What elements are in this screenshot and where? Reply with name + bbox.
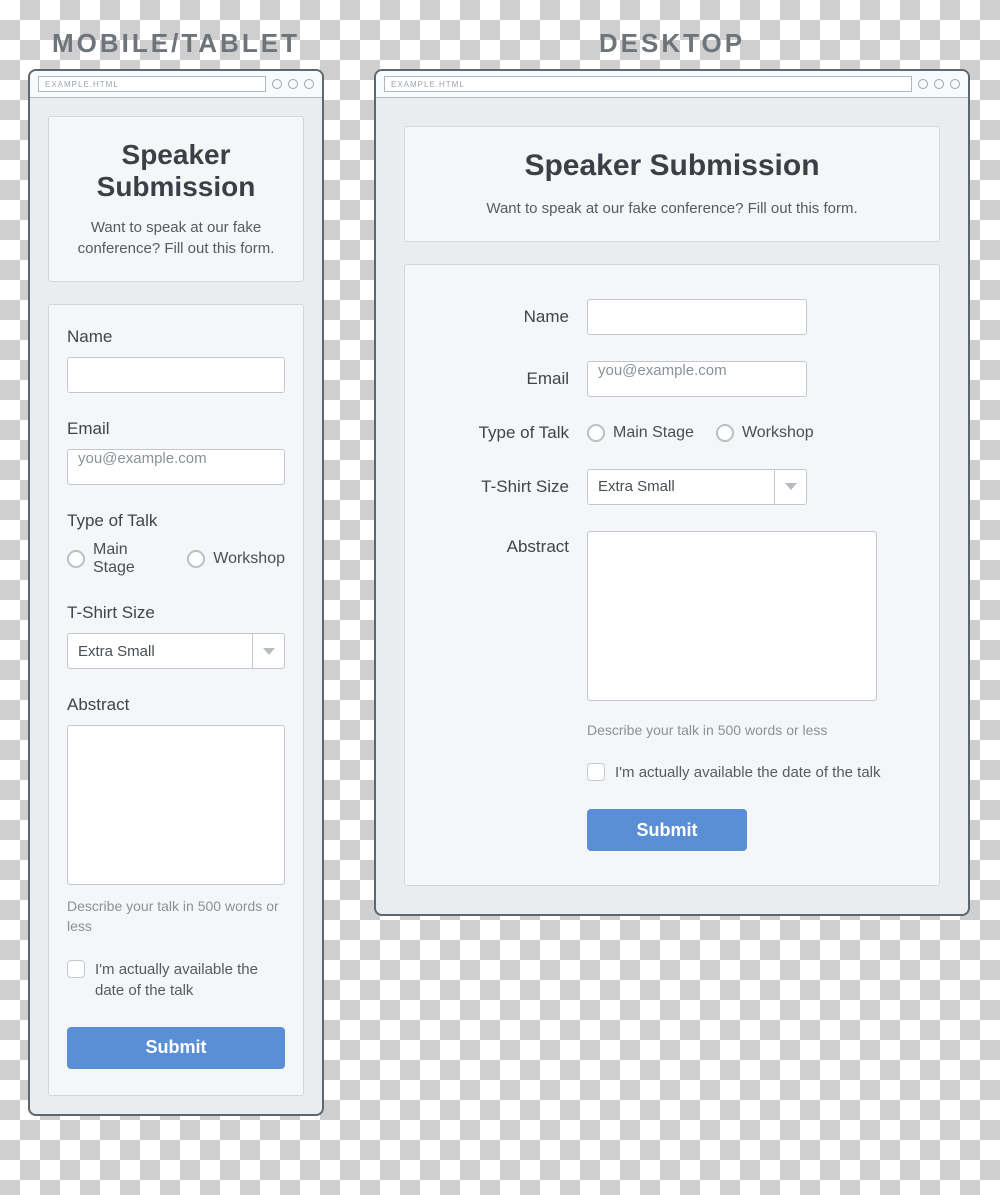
radio-icon <box>716 424 734 442</box>
radio-main-stage[interactable]: Main Stage <box>587 424 694 442</box>
abstract-row: Abstract <box>67 695 285 885</box>
radio-icon <box>67 550 85 568</box>
radio-main-stage-label: Main Stage <box>613 424 694 442</box>
abstract-row: Abstract <box>449 531 895 701</box>
select-dropdown-button[interactable] <box>774 470 806 504</box>
talk-type-label: Type of Talk <box>449 423 569 443</box>
submit-button[interactable]: Submit <box>67 1027 285 1069</box>
abstract-textarea[interactable] <box>587 531 877 701</box>
mobile-viewport: Speaker Submission Want to speak at our … <box>30 98 322 1114</box>
tshirt-select[interactable]: Extra Small <box>67 633 285 669</box>
radio-workshop-label: Workshop <box>213 550 285 568</box>
checkbox-icon <box>67 960 85 978</box>
form-card: Name Email you@example.com Type of Talk … <box>48 304 304 1095</box>
availability-label: I'm actually available the date of the t… <box>95 959 285 1001</box>
name-label: Name <box>449 307 569 327</box>
talk-type-radio-group: Main Stage Workshop <box>67 541 285 577</box>
radio-workshop-label: Workshop <box>742 424 814 442</box>
form-card: Name Email you@example.com Type of Talk … <box>404 264 940 887</box>
window-controls <box>918 79 960 89</box>
chevron-down-icon <box>263 648 275 655</box>
name-input[interactable] <box>67 357 285 393</box>
talk-type-label: Type of Talk <box>67 511 285 531</box>
tshirt-selected-value: Extra Small <box>588 470 774 504</box>
address-bar[interactable]: EXAMPLE.HTML <box>38 76 266 92</box>
browser-toolbar: EXAMPLE.HTML <box>30 71 322 98</box>
radio-icon <box>187 550 205 568</box>
abstract-label: Abstract <box>449 531 569 557</box>
radio-main-stage[interactable]: Main Stage <box>67 541 165 577</box>
radio-main-stage-label: Main Stage <box>93 541 165 577</box>
mobile-tablet-column: MOBILE/TABLET EXAMPLE.HTML Speaker Submi… <box>28 28 324 1116</box>
select-dropdown-button[interactable] <box>252 634 284 668</box>
name-row: Name <box>449 299 895 335</box>
window-controls <box>272 79 314 89</box>
mobile-tablet-heading: MOBILE/TABLET <box>28 28 324 59</box>
abstract-hint: Describe your talk in 500 words or less <box>587 721 895 741</box>
desktop-heading: DESKTOP <box>374 28 970 59</box>
submit-button[interactable]: Submit <box>587 809 747 851</box>
abstract-label: Abstract <box>67 695 285 715</box>
page-subtitle: Want to speak at our fake conference? Fi… <box>423 198 921 219</box>
header-card: Speaker Submission Want to speak at our … <box>48 116 304 282</box>
tshirt-label: T-Shirt Size <box>67 603 285 623</box>
name-label: Name <box>67 327 285 347</box>
abstract-hint: Describe your talk in 500 words or less <box>67 897 285 936</box>
desktop-viewport: Speaker Submission Want to speak at our … <box>376 98 968 914</box>
name-row: Name <box>67 327 285 393</box>
talk-type-radio-group: Main Stage Workshop <box>587 424 895 442</box>
radio-workshop[interactable]: Workshop <box>716 424 814 442</box>
window-dot-icon <box>304 79 314 89</box>
tshirt-selected-value: Extra Small <box>68 634 252 668</box>
email-row: Email you@example.com <box>449 361 895 397</box>
mobile-browser-frame: EXAMPLE.HTML Speaker Submission Want to … <box>28 69 324 1116</box>
radio-icon <box>587 424 605 442</box>
tshirt-row: T-Shirt Size Extra Small <box>449 469 895 505</box>
availability-checkbox-row[interactable]: I'm actually available the date of the t… <box>67 959 285 1001</box>
availability-label: I'm actually available the date of the t… <box>615 762 881 783</box>
window-dot-icon <box>950 79 960 89</box>
browser-toolbar: EXAMPLE.HTML <box>376 71 968 98</box>
tshirt-row: T-Shirt Size Extra Small <box>67 603 285 669</box>
window-dot-icon <box>934 79 944 89</box>
email-row: Email you@example.com <box>67 419 285 485</box>
checkbox-icon <box>587 763 605 781</box>
name-input[interactable] <box>587 299 807 335</box>
email-input[interactable]: you@example.com <box>587 361 807 397</box>
window-dot-icon <box>288 79 298 89</box>
talk-type-row: Type of Talk Main Stage Workshop <box>67 511 285 577</box>
header-card: Speaker Submission Want to speak at our … <box>404 126 940 242</box>
email-label: Email <box>67 419 285 439</box>
email-label: Email <box>449 369 569 389</box>
page-title: Speaker Submission <box>423 149 921 184</box>
page-subtitle: Want to speak at our fake conference? Fi… <box>67 217 285 259</box>
address-bar[interactable]: EXAMPLE.HTML <box>384 76 912 92</box>
window-dot-icon <box>918 79 928 89</box>
chevron-down-icon <box>785 483 797 490</box>
abstract-textarea[interactable] <box>67 725 285 885</box>
availability-checkbox-row[interactable]: I'm actually available the date of the t… <box>587 762 895 783</box>
page-title: Speaker Submission <box>67 139 285 203</box>
talk-type-row: Type of Talk Main Stage Workshop <box>449 423 895 443</box>
desktop-browser-frame: EXAMPLE.HTML Speaker Submission Want to … <box>374 69 970 916</box>
window-dot-icon <box>272 79 282 89</box>
desktop-column: DESKTOP EXAMPLE.HTML Speaker Submission … <box>374 28 970 916</box>
email-input[interactable]: you@example.com <box>67 449 285 485</box>
tshirt-label: T-Shirt Size <box>449 477 569 497</box>
radio-workshop[interactable]: Workshop <box>187 550 285 568</box>
tshirt-select[interactable]: Extra Small <box>587 469 807 505</box>
